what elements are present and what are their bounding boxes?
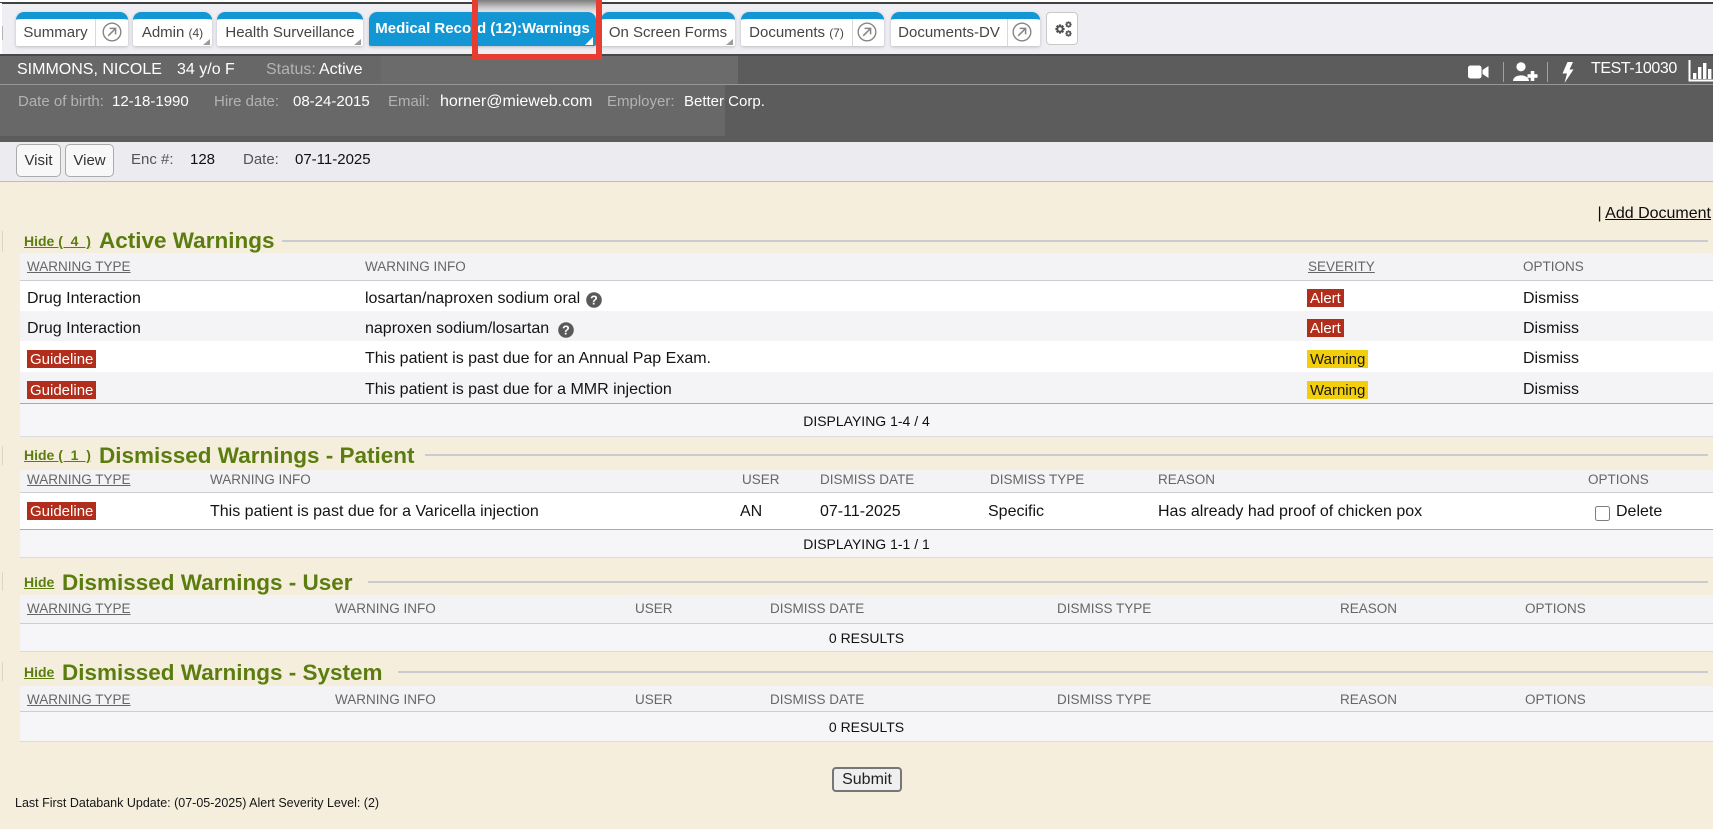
svg-text:?: ? (590, 294, 598, 308)
svg-text:?: ? (562, 324, 570, 338)
